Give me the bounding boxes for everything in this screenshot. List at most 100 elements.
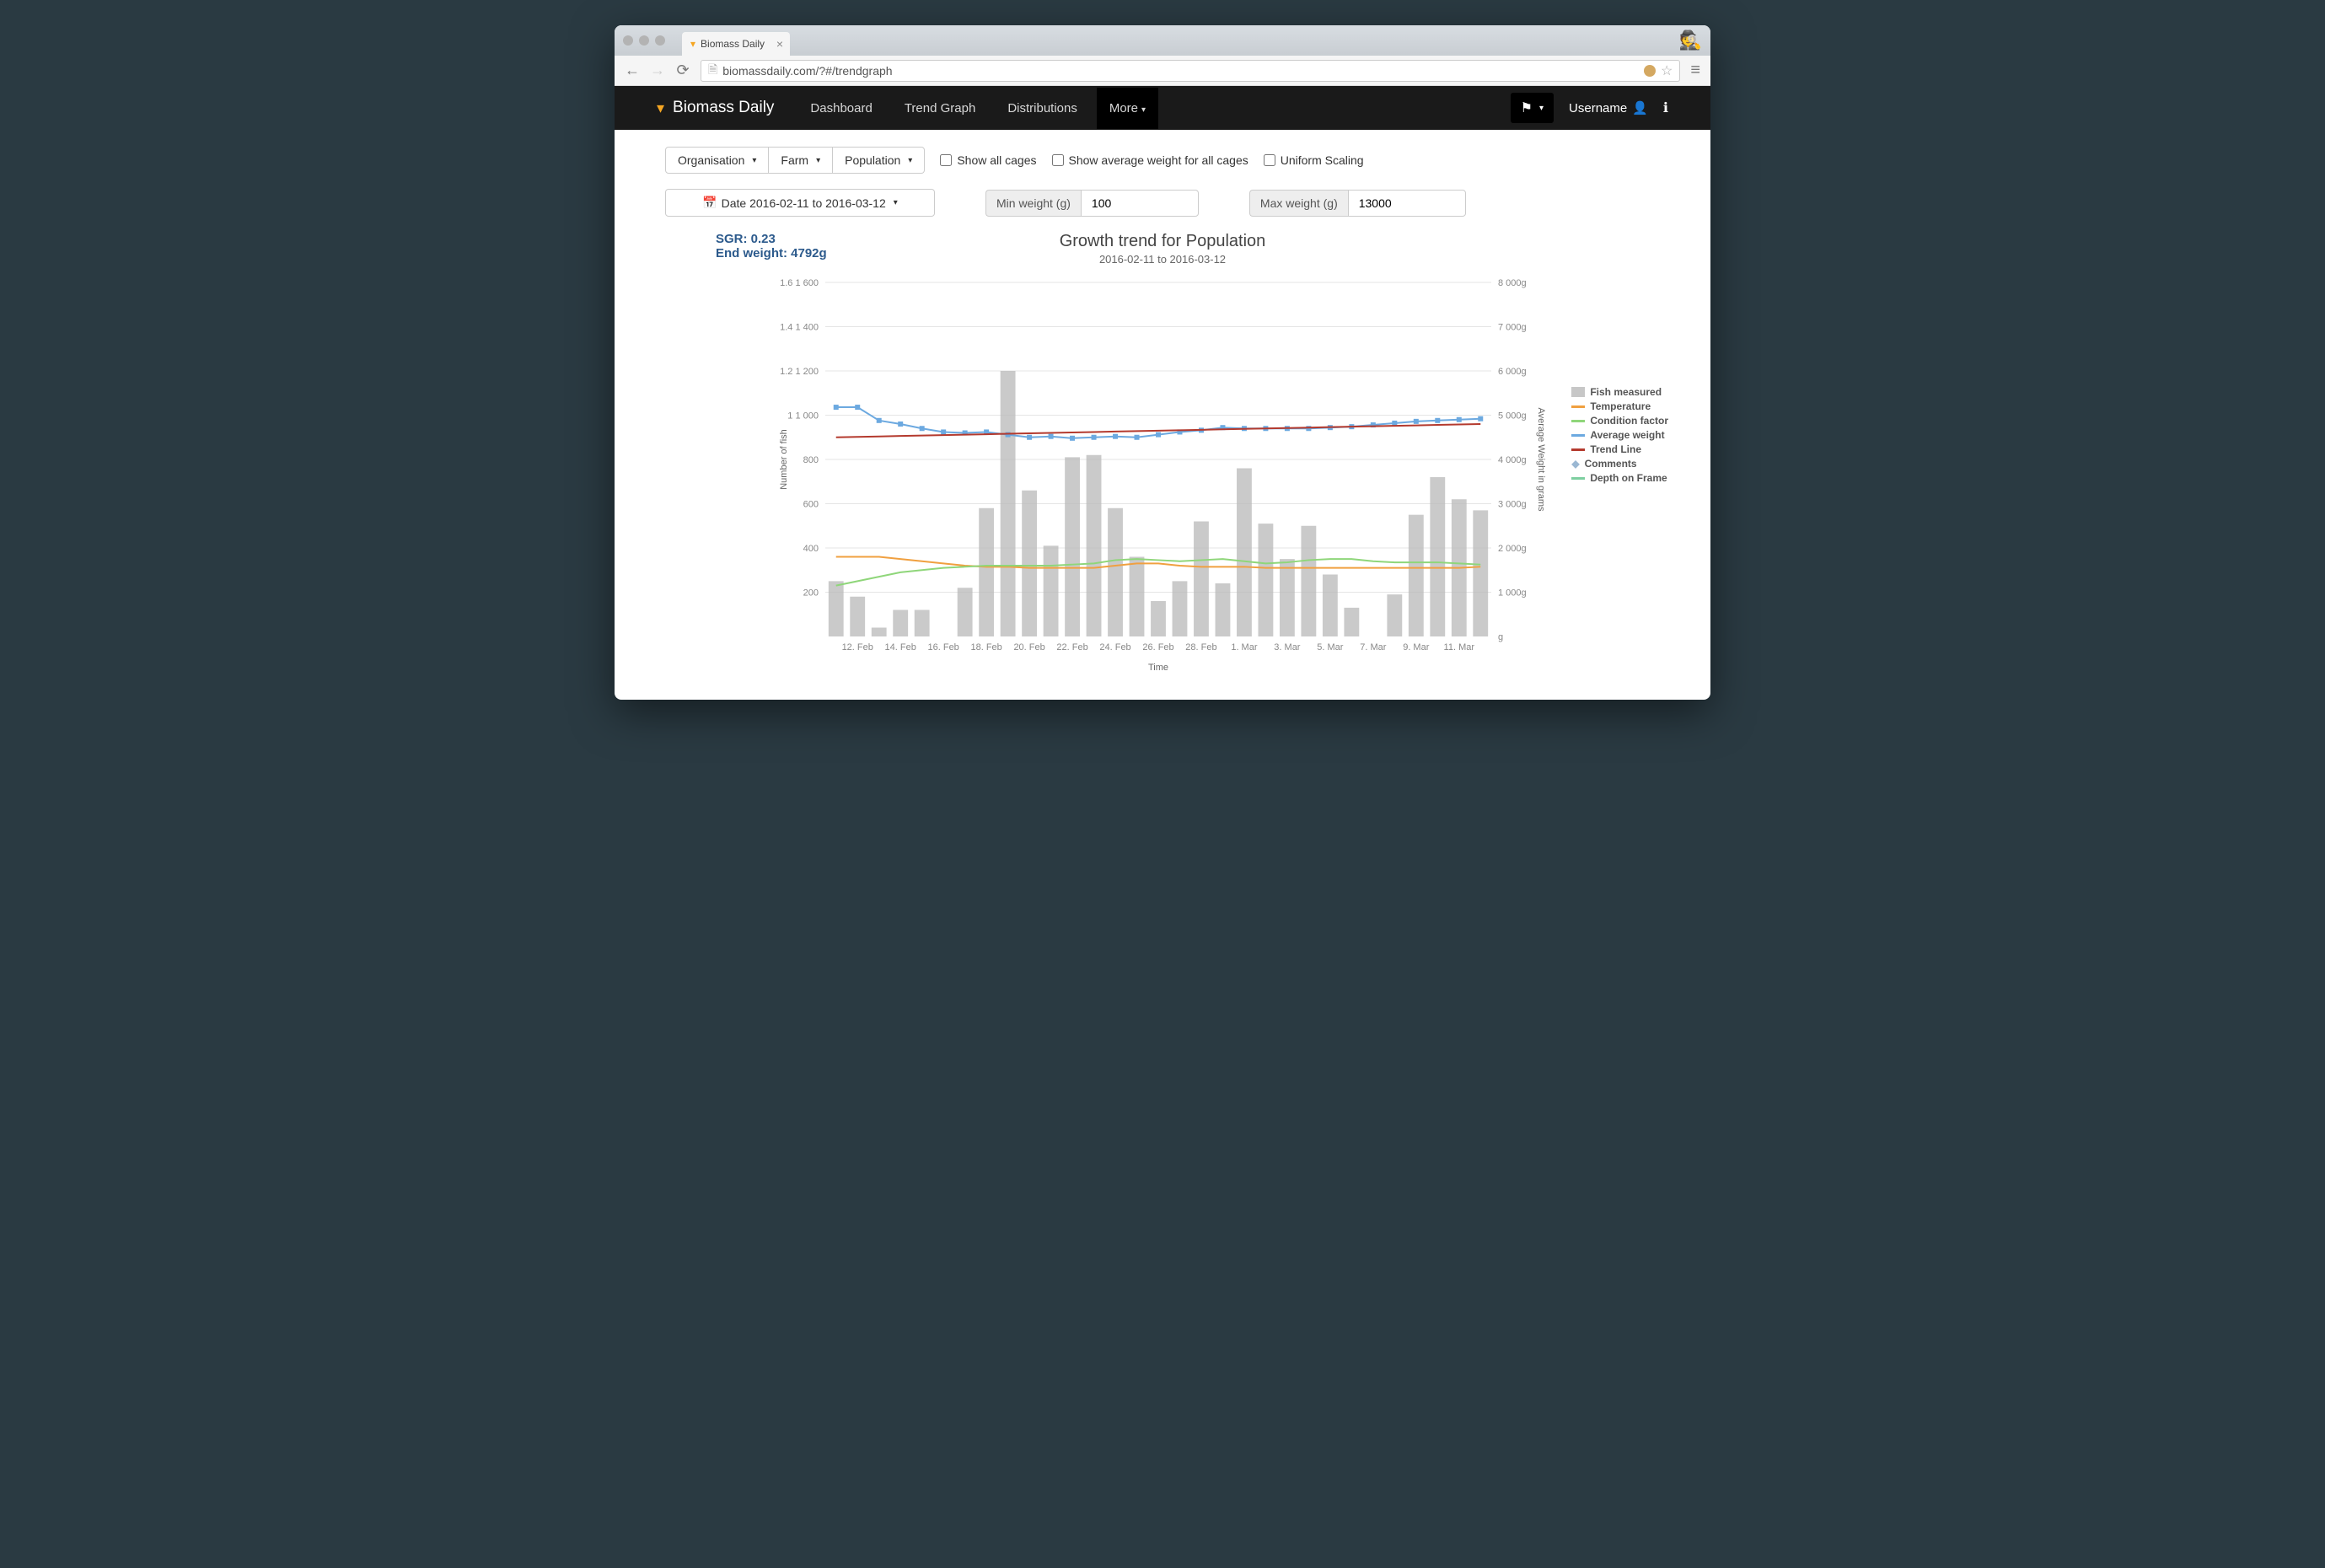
svg-text:g: g — [1498, 632, 1503, 642]
svg-text:Time: Time — [1148, 663, 1168, 673]
svg-text:800: 800 — [803, 455, 819, 465]
svg-text:28. Feb: 28. Feb — [1185, 642, 1216, 652]
cookie-icon[interactable] — [1644, 65, 1656, 77]
organisation-dropdown[interactable]: Organisation▾ — [665, 147, 769, 174]
app-navbar: ▾ Biomass Daily Dashboard Trend Graph Di… — [615, 86, 1710, 130]
svg-text:1. Mar: 1. Mar — [1231, 642, 1258, 652]
summary-stats: SGR: 0.23 End weight: 4792g — [716, 232, 827, 260]
max-weight-input-group: Max weight (g) — [1249, 190, 1466, 217]
reload-button[interactable]: ⟳ — [675, 62, 690, 79]
hamburger-menu-icon[interactable]: ≡ — [1690, 61, 1700, 80]
bookmark-star-icon[interactable]: ☆ — [1661, 62, 1673, 79]
svg-text:14. Feb: 14. Feb — [885, 642, 916, 652]
legend-temperature[interactable]: Temperature — [1571, 400, 1668, 412]
show-all-cages-check[interactable]: Show all cages — [940, 153, 1036, 167]
calendar-icon: 📅 — [702, 196, 717, 210]
user-menu[interactable]: Username 👤 — [1569, 100, 1648, 115]
window-controls — [623, 35, 665, 46]
farm-dropdown[interactable]: Farm▾ — [769, 147, 833, 174]
browser-window: ▾ Biomass Daily × 🕵 ← → ⟳ 🗎 biomassdaily… — [615, 25, 1710, 700]
population-dropdown[interactable]: Population▾ — [833, 147, 925, 174]
info-icon[interactable]: ℹ — [1663, 99, 1668, 116]
caret-down-icon: ▾ — [816, 156, 820, 165]
filter-row-2: 📅 Date 2016-02-11 to 2016-03-12 ▾ Min we… — [665, 189, 1660, 217]
svg-text:1 000g: 1 000g — [1498, 588, 1527, 599]
svg-text:5 000g: 5 000g — [1498, 411, 1527, 422]
svg-text:26. Feb: 26. Feb — [1142, 642, 1173, 652]
svg-text:18. Feb: 18. Feb — [970, 642, 1001, 652]
chart-legend: Fish measured Temperature Condition fact… — [1571, 384, 1668, 486]
svg-text:1.2 1 200: 1.2 1 200 — [780, 367, 819, 377]
legend-average-weight[interactable]: Average weight — [1571, 429, 1668, 441]
uniform-scaling-check[interactable]: Uniform Scaling — [1264, 153, 1364, 167]
nav-more[interactable]: More▾ — [1097, 88, 1158, 129]
svg-text:400: 400 — [803, 544, 819, 554]
svg-text:9. Mar: 9. Mar — [1403, 642, 1430, 652]
svg-text:Number of fish: Number of fish — [779, 429, 789, 490]
filter-row-1: Organisation▾ Farm▾ Population▾ Show all… — [665, 147, 1660, 174]
caret-down-icon: ▾ — [908, 156, 912, 165]
svg-text:11. Mar: 11. Mar — [1444, 642, 1475, 652]
minimize-window-icon[interactable] — [639, 35, 649, 46]
username-label: Username — [1569, 101, 1627, 115]
nav-trend-graph[interactable]: Trend Graph — [892, 88, 989, 129]
svg-text:200: 200 — [803, 588, 819, 599]
checkbox[interactable] — [1264, 154, 1275, 166]
svg-text:16. Feb: 16. Feb — [928, 642, 959, 652]
url-text: biomassdaily.com/?#/trendgraph — [722, 64, 892, 78]
svg-text:5. Mar: 5. Mar — [1317, 642, 1344, 652]
address-bar[interactable]: 🗎 biomassdaily.com/?#/trendgraph ☆ — [701, 60, 1680, 82]
svg-text:2 000g: 2 000g — [1498, 544, 1527, 554]
tab-favicon: ▾ — [690, 38, 695, 50]
brand-text: Biomass Daily — [673, 99, 774, 117]
svg-text:600: 600 — [803, 500, 819, 510]
min-weight-input[interactable] — [1081, 190, 1199, 217]
nav-dashboard[interactable]: Dashboard — [797, 88, 884, 129]
date-range-picker[interactable]: 📅 Date 2016-02-11 to 2016-03-12 ▾ — [665, 189, 935, 217]
end-weight-value: End weight: 4792g — [716, 246, 827, 260]
legend-comments[interactable]: ◆Comments — [1571, 458, 1668, 470]
caret-down-icon: ▾ — [1539, 104, 1544, 113]
back-button[interactable]: ← — [625, 62, 640, 79]
scope-selectors: Organisation▾ Farm▾ Population▾ — [665, 147, 925, 174]
sgr-value: SGR: 0.23 — [716, 232, 827, 246]
nav-distributions[interactable]: Distributions — [995, 88, 1090, 129]
svg-text:7 000g: 7 000g — [1498, 323, 1527, 333]
max-weight-label: Max weight (g) — [1249, 190, 1348, 217]
browser-toolbar: ← → ⟳ 🗎 biomassdaily.com/?#/trendgraph ☆… — [615, 56, 1710, 86]
flag-icon: ⚑ — [1521, 99, 1533, 116]
browser-tab[interactable]: ▾ Biomass Daily × — [682, 32, 790, 56]
svg-text:7. Mar: 7. Mar — [1360, 642, 1387, 652]
growth-trend-chart[interactable]: 200 400 600 800 1 1 000 1.2 1 200 1.4 1 400 1.6… — [665, 266, 1660, 679]
browser-tab-bar: ▾ Biomass Daily × 🕵 — [615, 25, 1710, 56]
checkbox[interactable] — [940, 154, 952, 166]
user-icon: 👤 — [1632, 100, 1648, 115]
show-avg-weight-check[interactable]: Show average weight for all cages — [1052, 153, 1248, 167]
forward-button[interactable]: → — [650, 62, 665, 79]
chart-container: SGR: 0.23 End weight: 4792g Growth trend… — [665, 232, 1660, 683]
checkbox[interactable] — [1052, 154, 1064, 166]
caret-down-icon: ▾ — [1141, 105, 1146, 115]
page-icon: 🗎 — [708, 61, 717, 81]
legend-depth-on-frame[interactable]: Depth on Frame — [1571, 472, 1668, 484]
max-weight-input[interactable] — [1348, 190, 1466, 217]
svg-text:6 000g: 6 000g — [1498, 367, 1527, 377]
close-window-icon[interactable] — [623, 35, 633, 46]
diamond-icon: ◆ — [1571, 458, 1579, 470]
maximize-window-icon[interactable] — [655, 35, 665, 46]
svg-text:Average Weight in grams: Average Weight in grams — [1536, 407, 1546, 512]
svg-text:1 1 000: 1 1 000 — [787, 411, 819, 422]
brand[interactable]: ▾ Biomass Daily — [657, 99, 774, 117]
svg-text:22. Feb: 22. Feb — [1056, 642, 1087, 652]
min-weight-input-group: Min weight (g) — [985, 190, 1199, 217]
svg-text:12. Feb: 12. Feb — [842, 642, 873, 652]
svg-text:1.4 1 400: 1.4 1 400 — [780, 323, 819, 333]
legend-trend-line[interactable]: Trend Line — [1571, 443, 1668, 455]
close-tab-icon[interactable]: × — [776, 37, 783, 51]
legend-condition-factor[interactable]: Condition factor — [1571, 415, 1668, 427]
svg-text:3 000g: 3 000g — [1498, 500, 1527, 510]
svg-text:1.6 1 600: 1.6 1 600 — [780, 278, 819, 288]
legend-fish-measured[interactable]: Fish measured — [1571, 386, 1668, 398]
flag-dropdown[interactable]: ⚑ ▾ — [1511, 93, 1554, 123]
brand-logo-icon: ▾ — [657, 99, 664, 117]
